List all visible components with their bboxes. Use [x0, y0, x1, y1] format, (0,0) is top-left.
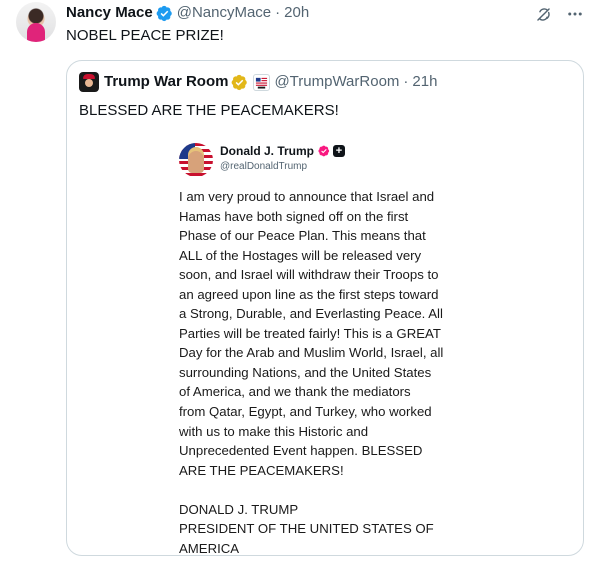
- tweet-text: NOBEL PEACE PRIZE!: [66, 27, 224, 44]
- avatar[interactable]: [16, 2, 56, 42]
- timestamp[interactable]: 20h: [284, 3, 309, 23]
- top-actions: [533, 4, 585, 24]
- embedded-post-line: Parties will be treated fairly! This is …: [179, 325, 441, 341]
- quote-avatar[interactable]: [79, 72, 99, 92]
- embedded-post-line: of America, and we thank the mediators: [179, 384, 411, 400]
- pink-verified-badge-icon: [318, 145, 330, 157]
- quoted-tweet[interactable]: Trump War Room @TrumpWarRoom · 21h BLESS…: [66, 60, 584, 556]
- separator-dot: ·: [275, 4, 281, 21]
- embedded-avatar: [179, 143, 213, 177]
- plus-badge-icon: +: [333, 145, 346, 157]
- embedded-post-line: AMERICA: [179, 540, 240, 556]
- affiliation-badge-icon[interactable]: [253, 73, 271, 91]
- embedded-post-line: Unprecedented Event happen. BLESSED: [179, 443, 423, 459]
- tweet-header: Nancy Mace @NancyMace · 20h: [66, 3, 309, 23]
- embedded-post-line: Day for the Arab and Muslim World, Israe…: [179, 345, 444, 361]
- embedded-post-line: DONALD J. TRUMP: [179, 501, 299, 517]
- embedded-truth-post: Donald J. Trump + @realDonaldTrump: [179, 141, 479, 181]
- embedded-post-line: PRESIDENT OF THE UNITED STATES OF: [179, 521, 434, 537]
- embedded-post-line: ARE THE PEACEMAKERS!: [179, 462, 344, 478]
- quote-author-handle[interactable]: @TrumpWarRoom: [274, 72, 399, 92]
- embedded-author-name-text: Donald J. Trump: [220, 144, 315, 158]
- embedded-post-line: a Strong, Durable, and Everlasting Peace…: [179, 306, 443, 322]
- quote-text: BLESSED ARE THE PEACEMAKERS!: [79, 102, 339, 119]
- embedded-post-header: Donald J. Trump + @realDonaldTrump: [179, 141, 479, 181]
- embedded-post-line: surrounding Nations, and the United Stat…: [179, 364, 432, 380]
- embedded-post-line: soon, and Israel will withdraw their Tro…: [179, 267, 439, 283]
- grok-icon[interactable]: [533, 4, 553, 24]
- author-name[interactable]: Nancy Mace: [66, 3, 153, 23]
- embedded-post-line: an agreed upon line as the first steps t…: [179, 286, 439, 302]
- embedded-author-handle: @realDonaldTrump: [220, 161, 308, 172]
- quote-author-name[interactable]: Trump War Room: [104, 72, 228, 92]
- verified-badge-icon: [156, 5, 172, 21]
- embedded-post-body: I am very proud to announce that Israel …: [179, 187, 479, 556]
- author-handle[interactable]: @NancyMace: [177, 3, 271, 23]
- embedded-post-line: Phase of our Peace Plan. This means that: [179, 228, 426, 244]
- embedded-author-name: Donald J. Trump +: [220, 144, 346, 158]
- embedded-post-line: with us to make this Historic and: [179, 423, 369, 439]
- embedded-post-line: ALL of the Hostages will be released ver…: [179, 247, 422, 263]
- gold-verified-badge-icon: [232, 74, 248, 90]
- embedded-post-line: Hamas have both signed off on the first: [179, 208, 409, 224]
- quote-timestamp[interactable]: 21h: [412, 72, 437, 92]
- embedded-post-line: from Qatar, Egypt, and Turkey, who worke…: [179, 404, 432, 420]
- more-icon[interactable]: [565, 4, 585, 24]
- embedded-post-line: [179, 480, 479, 500]
- embedded-post-line: I am very proud to announce that Israel …: [179, 189, 435, 204]
- quote-header: Trump War Room @TrumpWarRoom · 21h: [79, 72, 437, 92]
- quote-separator-dot: ·: [403, 73, 409, 90]
